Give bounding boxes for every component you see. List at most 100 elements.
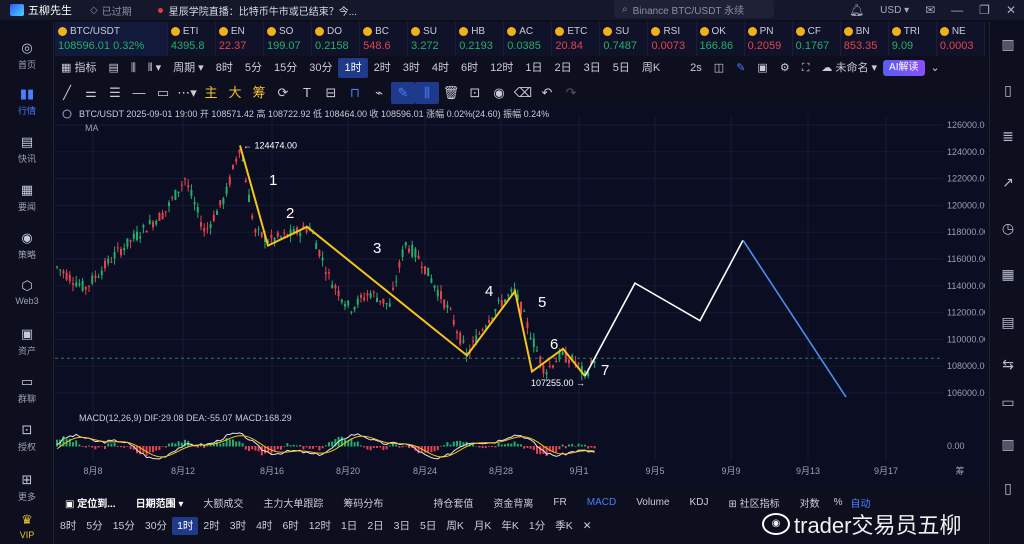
bperiod-week[interactable]: 周K bbox=[441, 517, 469, 535]
chips-tool[interactable]: 筹 bbox=[247, 82, 271, 104]
mail-icon[interactable]: ✉ bbox=[925, 3, 935, 17]
minimize-icon[interactable]: — bbox=[951, 3, 963, 17]
bperiod-2h[interactable]: 2时 bbox=[198, 517, 224, 535]
locate-button[interactable]: ▣ 定位到... bbox=[55, 495, 126, 510]
ticker-item[interactable]: BC 548.6 bbox=[360, 22, 409, 56]
tab-chip-distribution[interactable]: 筹码分布 bbox=[333, 495, 393, 510]
ticker-item[interactable]: BTC/USDT 108596.01 0.32% bbox=[55, 22, 168, 56]
sidebar-item-chat[interactable]: ▭ 群聊 bbox=[0, 374, 54, 405]
date-range-button[interactable]: 日期范围 ▾ bbox=[126, 495, 194, 510]
parallel-lines-icon[interactable]: ⚌ bbox=[79, 82, 103, 104]
period-1d[interactable]: 1日 bbox=[519, 58, 548, 78]
ticker-item[interactable]: NE 0.0003 bbox=[937, 22, 985, 56]
calendar-icon[interactable]: ▤ bbox=[102, 58, 124, 78]
bperiod-12h[interactable]: 12时 bbox=[304, 517, 336, 535]
sidebar-item-news[interactable]: ▦ 要闻 bbox=[0, 182, 54, 213]
sidebar-item-assets[interactable]: ▣ 资产 bbox=[0, 326, 54, 357]
period-3d[interactable]: 3日 bbox=[578, 58, 607, 78]
period-5m[interactable]: 5分 bbox=[239, 58, 268, 78]
tab-volume[interactable]: Volume bbox=[626, 497, 679, 508]
ai-interpret-button[interactable]: AI解读 bbox=[883, 60, 925, 76]
sidebar-item-vip[interactable]: ♛ VIP bbox=[0, 512, 54, 540]
undo-icon[interactable]: ↶ bbox=[535, 82, 559, 104]
tab-fr[interactable]: FR bbox=[543, 497, 576, 508]
period-8h[interactable]: 8时 bbox=[210, 58, 239, 78]
period-15m[interactable]: 15分 bbox=[268, 58, 303, 78]
chevron-down-icon[interactable]: ⌄ bbox=[925, 58, 946, 78]
trend-icon[interactable]: ↗ bbox=[998, 172, 1018, 192]
draw-mode-icon[interactable]: ✎ bbox=[391, 82, 415, 104]
link-icon[interactable]: ⌁ bbox=[367, 82, 391, 104]
template-icon[interactable]: ▣ bbox=[751, 58, 773, 78]
bperiod-1min[interactable]: 1分 bbox=[524, 517, 550, 535]
main-force-tool[interactable]: 主 bbox=[199, 82, 223, 104]
erase-icon[interactable]: ⌫ bbox=[511, 82, 535, 104]
ticker-item[interactable]: SU 3.272 bbox=[408, 22, 457, 56]
fullscreen-icon[interactable]: ⛶ bbox=[796, 58, 816, 78]
sync-icon[interactable]: ⟳ bbox=[271, 82, 295, 104]
news-ticker[interactable]: 星辰学院直播：比特币牛市或已结束？今... bbox=[157, 3, 357, 18]
bperiod-1h[interactable]: 1时 bbox=[172, 517, 199, 535]
bell-icon[interactable]: 🔔︎ bbox=[849, 3, 864, 17]
sidebar-item-market[interactable]: ▮▮ 行情 bbox=[0, 86, 54, 117]
ticker-item[interactable]: DO 0.2158 bbox=[312, 22, 361, 56]
sidebar-item-flash[interactable]: ▤ 快讯 bbox=[0, 134, 54, 165]
ticker-item[interactable]: HB 0.2193 bbox=[456, 22, 505, 56]
chart-canvas[interactable]: 126000.00 124000.00 122000.00 120000.00 1180… bbox=[55, 106, 990, 486]
layout-select[interactable]: ☁ 未命名 ▾ bbox=[815, 58, 883, 78]
expired-badge[interactable]: ◇ 已过期 bbox=[90, 3, 132, 18]
period-30m[interactable]: 30分 bbox=[303, 58, 338, 78]
watchlist-icon[interactable]: ▥ bbox=[998, 34, 1018, 54]
calendar-icon[interactable]: ▥ bbox=[998, 434, 1018, 454]
horizontal-lines-icon[interactable]: ☰ bbox=[103, 82, 127, 104]
sidebar-item-home[interactable]: ◎ 首页 bbox=[0, 40, 54, 71]
period-6h[interactable]: 6时 bbox=[455, 58, 484, 78]
ticker-item[interactable]: BN 853.35 bbox=[841, 22, 889, 56]
trash-icon[interactable]: 🗑︎ bbox=[439, 82, 463, 104]
ticker-item[interactable]: OK 166.86 bbox=[697, 22, 745, 56]
bperiod-2d[interactable]: 2日 bbox=[362, 517, 388, 535]
indicator-button[interactable]: ▦ 指标 bbox=[55, 58, 102, 78]
lock-drawing-icon[interactable]: ⫼ bbox=[415, 82, 439, 104]
bperiod-5d[interactable]: 5日 bbox=[415, 517, 441, 535]
bperiod-6h[interactable]: 6时 bbox=[277, 517, 303, 535]
ticker-item[interactable]: CF 0.1767 bbox=[793, 22, 841, 56]
tab-macd[interactable]: MACD bbox=[577, 497, 626, 508]
tab-large-trades[interactable]: 大额成交 bbox=[193, 495, 253, 510]
bperiod-4h[interactable]: 4时 bbox=[251, 517, 277, 535]
big-order-tool[interactable]: 大 bbox=[223, 82, 247, 104]
bperiod-year[interactable]: 年K bbox=[496, 517, 524, 535]
list-icon[interactable]: ≣ bbox=[998, 126, 1018, 146]
period-12h[interactable]: 12时 bbox=[484, 58, 519, 78]
ticker-item[interactable]: RSI 0.0073 bbox=[648, 22, 697, 56]
ticker-item[interactable]: ETC 20.84 bbox=[552, 22, 601, 56]
bperiod-5m[interactable]: 5分 bbox=[81, 517, 107, 535]
trendline-icon[interactable]: ╱ bbox=[55, 82, 79, 104]
ticker-item[interactable]: SO 199.07 bbox=[264, 22, 313, 56]
period-dropdown[interactable]: 周期 ▾ bbox=[167, 58, 210, 78]
period-4h[interactable]: 4时 bbox=[426, 58, 455, 78]
period-2d[interactable]: 2日 bbox=[548, 58, 577, 78]
sidebar-item-strategy[interactable]: ◉ 策略 bbox=[0, 230, 54, 261]
ruler-icon[interactable]: ⊟ bbox=[319, 82, 343, 104]
bperiod-8h[interactable]: 8时 bbox=[55, 517, 81, 535]
bperiod-30m[interactable]: 30分 bbox=[140, 517, 172, 535]
exchange-icon[interactable]: ⇆ bbox=[998, 354, 1018, 374]
tab-main-force[interactable]: 主力大单跟踪 bbox=[253, 495, 333, 510]
search-input[interactable]: ⌕ Binance BTC/USDT 永续 bbox=[614, 0, 774, 18]
ticker-item[interactable]: EN 22.37 bbox=[216, 22, 264, 56]
compare-icon[interactable]: ⫼ bbox=[125, 58, 142, 78]
period-week[interactable]: 周K bbox=[636, 58, 666, 78]
book-icon[interactable]: ▤ bbox=[998, 312, 1018, 332]
camera-icon[interactable]: ◫ bbox=[708, 58, 730, 78]
bperiod-15m[interactable]: 15分 bbox=[108, 517, 140, 535]
period-3h[interactable]: 3时 bbox=[397, 58, 426, 78]
chat-bubble-icon[interactable]: ▭ bbox=[998, 392, 1018, 412]
bperiod-month[interactable]: 月K bbox=[469, 517, 497, 535]
sidebar-item-web3[interactable]: ⬡ Web3 bbox=[0, 278, 54, 306]
app-brand[interactable]: 五柳先生 bbox=[0, 2, 80, 18]
bperiod-1d[interactable]: 1日 bbox=[336, 517, 362, 535]
close-icon[interactable]: ✕ bbox=[1006, 3, 1016, 17]
sidebar-item-auth[interactable]: ⊡ 授权 bbox=[0, 422, 54, 453]
ticker-item[interactable]: TRI 9.09 bbox=[889, 22, 937, 56]
